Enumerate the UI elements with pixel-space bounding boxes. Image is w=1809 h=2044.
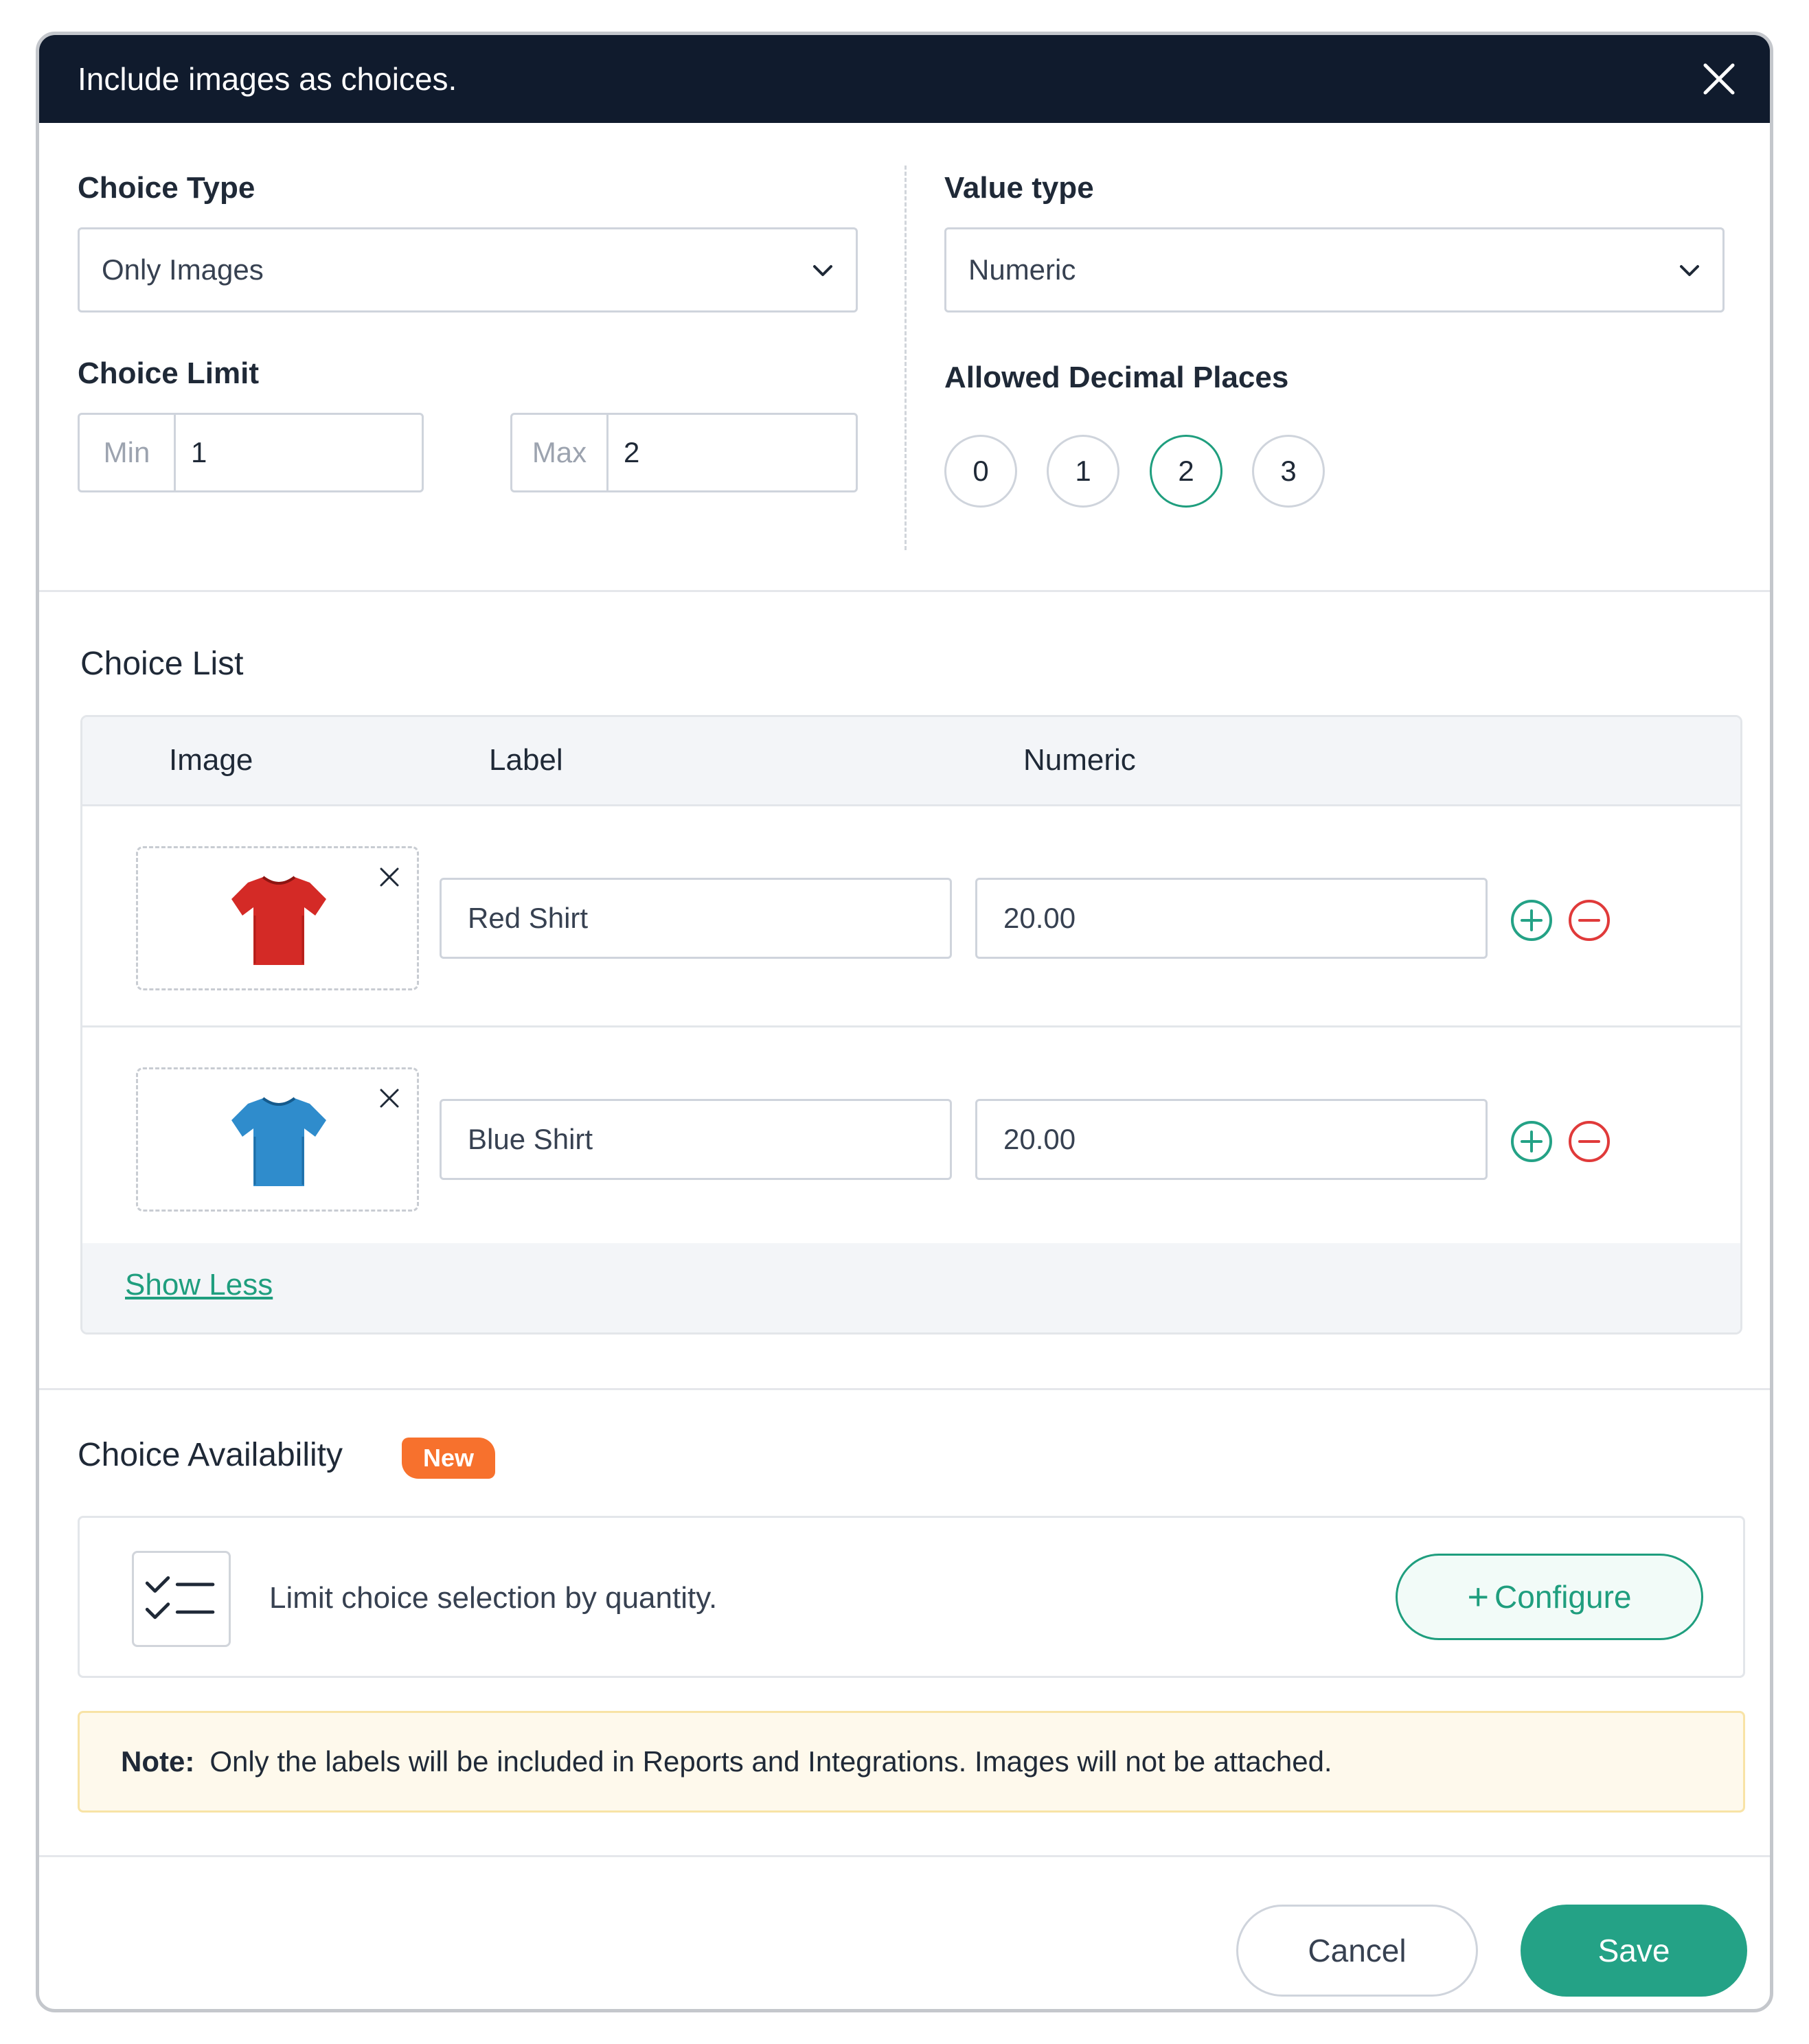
remove-row-icon[interactable] (1567, 898, 1611, 942)
choice-availability-title: Choice Availability (78, 1437, 343, 1473)
add-row-icon[interactable] (1510, 1120, 1554, 1163)
min-limit-field[interactable]: Min 1 (78, 413, 424, 492)
modal-dialog: Include images as choices. Choice Type O… (36, 32, 1773, 2012)
column-header-image: Image (169, 743, 253, 777)
footer-divider (39, 1855, 1770, 1857)
decimal-option-0[interactable]: 0 (944, 435, 1017, 508)
max-limit-field[interactable]: Max 2 (510, 413, 858, 492)
show-less-link[interactable]: Show Less (125, 1268, 273, 1302)
note-text: Only the labels will be included in Repo… (209, 1745, 1332, 1778)
section-divider (39, 1388, 1770, 1390)
column-header-numeric: Numeric (1023, 743, 1136, 777)
add-row-icon[interactable] (1510, 898, 1554, 942)
column-header-label: Label (489, 743, 563, 777)
configure-label: Configure (1494, 1579, 1632, 1615)
remove-image-icon[interactable] (376, 863, 403, 891)
decimal-option-2[interactable]: 2 (1150, 435, 1222, 508)
save-button[interactable]: Save (1521, 1905, 1747, 1997)
table-footer: Show Less (82, 1243, 1740, 1332)
checklist-icon (132, 1551, 231, 1647)
choice-type-value: Only Images (102, 253, 264, 286)
decimal-option-1[interactable]: 1 (1047, 435, 1119, 508)
plus-icon: + (1467, 1576, 1490, 1617)
decimal-option-3[interactable]: 3 (1252, 435, 1325, 508)
section-divider (39, 590, 1770, 592)
red-shirt-image (231, 876, 326, 965)
decimal-places-label: Allowed Decimal Places (944, 361, 1289, 394)
choice-type-label: Choice Type (78, 171, 255, 205)
remove-image-icon[interactable] (376, 1085, 403, 1112)
choice-limit-label: Choice Limit (78, 356, 260, 390)
image-dropzone[interactable] (136, 846, 419, 990)
note-label: Note: (121, 1745, 195, 1778)
note-banner: Note: Only the labels will be included i… (78, 1711, 1745, 1813)
table-header: Image Label Numeric (82, 717, 1740, 806)
table-row: Blue Shirt 20.00 (82, 1027, 1740, 1249)
close-icon[interactable] (1700, 60, 1738, 98)
choice-availability-card: Limit choice selection by quantity. + Co… (78, 1516, 1745, 1678)
choice-type-select[interactable]: Only Images (78, 227, 858, 313)
new-badge: New (402, 1438, 495, 1479)
choice-list-table: Image Label Numeric Red Shirt 20.00 Blue… (80, 715, 1742, 1335)
max-value[interactable]: 2 (608, 415, 856, 490)
choice-availability-text: Limit choice selection by quantity. (269, 1581, 718, 1615)
choice-numeric-input[interactable]: 20.00 (975, 1099, 1488, 1180)
choice-label-input[interactable]: Red Shirt (440, 878, 952, 959)
choice-numeric-input[interactable]: 20.00 (975, 878, 1488, 959)
chevron-down-icon (813, 265, 832, 276)
value-type-value: Numeric (968, 253, 1076, 286)
value-type-label: Value type (944, 171, 1094, 205)
blue-shirt-image (231, 1097, 326, 1186)
choice-label-input[interactable]: Blue Shirt (440, 1099, 952, 1180)
choice-list-title: Choice List (80, 646, 244, 682)
value-type-select[interactable]: Numeric (944, 227, 1725, 313)
min-prefix: Min (80, 415, 176, 490)
image-dropzone[interactable] (136, 1067, 419, 1212)
column-divider (904, 166, 907, 550)
min-value[interactable]: 1 (176, 415, 422, 490)
modal-header: Include images as choices. (39, 35, 1770, 123)
cancel-button[interactable]: Cancel (1236, 1905, 1478, 1997)
chevron-down-icon (1680, 265, 1699, 276)
configure-button[interactable]: + Configure (1396, 1554, 1703, 1640)
modal-title: Include images as choices. (78, 61, 457, 97)
max-prefix: Max (512, 415, 608, 490)
table-row: Red Shirt 20.00 (82, 806, 1740, 1027)
remove-row-icon[interactable] (1567, 1120, 1611, 1163)
